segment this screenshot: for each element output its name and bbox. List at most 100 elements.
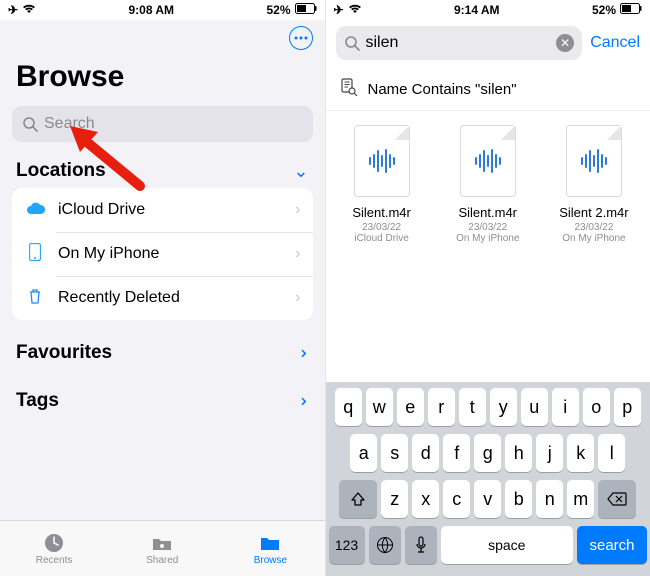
result-item[interactable]: Silent.m4r 23/03/22 On My iPhone xyxy=(438,125,538,244)
key-q[interactable]: q xyxy=(335,388,362,426)
audio-file-icon xyxy=(354,125,410,197)
backspace-key[interactable] xyxy=(598,480,636,518)
tab-recents[interactable]: Recents xyxy=(0,521,108,576)
clear-search-button[interactable]: ✕ xyxy=(556,34,574,52)
key-d[interactable]: d xyxy=(412,434,439,472)
browse-screen: ✈ 9:08 AM 52% Browse Search Locations ⌄ xyxy=(0,0,325,576)
search-results: Silent.m4r 23/03/22 iCloud Drive Silent.… xyxy=(326,111,650,258)
file-name: Silent 2.m4r xyxy=(559,205,628,220)
chevron-right-icon: ⌄ xyxy=(290,393,311,408)
file-name: Silent.m4r xyxy=(352,205,411,220)
location-recently-deleted[interactable]: Recently Deleted › xyxy=(12,276,313,320)
key-x[interactable]: x xyxy=(412,480,439,518)
file-date: 23/03/22 xyxy=(468,222,507,233)
key-b[interactable]: b xyxy=(505,480,532,518)
audio-file-icon xyxy=(566,125,622,197)
keyboard: qwertyuiop asdfghjkl zxcvbnm 123 space s… xyxy=(326,382,650,576)
clock-icon xyxy=(43,532,65,554)
wifi-icon xyxy=(22,3,36,17)
keyboard-row-3: zxcvbnm xyxy=(329,480,648,518)
key-c[interactable]: c xyxy=(443,480,470,518)
favourites-section-header[interactable]: Favourites ⌄ xyxy=(0,336,325,370)
result-item[interactable]: Silent 2.m4r 23/03/22 On My iPhone xyxy=(544,125,644,244)
file-date: 23/03/22 xyxy=(362,222,401,233)
tab-label: Browse xyxy=(254,555,287,566)
key-l[interactable]: l xyxy=(598,434,625,472)
tab-label: Shared xyxy=(146,555,178,566)
file-location: iCloud Drive xyxy=(354,233,408,244)
status-time: 9:14 AM xyxy=(362,3,592,17)
status-bar: ✈ 9:14 AM 52% xyxy=(326,0,650,20)
key-h[interactable]: h xyxy=(505,434,532,472)
key-o[interactable]: o xyxy=(583,388,610,426)
dictation-key[interactable] xyxy=(405,526,437,564)
file-date: 23/03/22 xyxy=(574,222,613,233)
key-s[interactable]: s xyxy=(381,434,408,472)
keyboard-row-4: 123 space search xyxy=(329,526,648,564)
cancel-button[interactable]: Cancel xyxy=(590,34,640,52)
page-title: Browse xyxy=(16,60,309,94)
globe-key[interactable] xyxy=(369,526,401,564)
tab-shared[interactable]: Shared xyxy=(108,521,216,576)
shared-folder-icon xyxy=(151,532,173,554)
suggestion-text: Name Contains "silen" xyxy=(368,81,517,98)
tags-title: Tags xyxy=(16,390,59,412)
search-key[interactable]: search xyxy=(577,526,647,564)
search-value: silen xyxy=(366,34,551,52)
tab-browse[interactable]: Browse xyxy=(216,521,324,576)
space-key[interactable]: space xyxy=(441,526,574,564)
location-label: Recently Deleted xyxy=(58,289,283,307)
search-icon xyxy=(22,116,38,132)
battery-icon xyxy=(295,3,317,17)
key-z[interactable]: z xyxy=(381,480,408,518)
more-button[interactable] xyxy=(289,26,313,50)
locations-title: Locations xyxy=(16,160,106,182)
key-k[interactable]: k xyxy=(567,434,594,472)
location-on-my-iphone[interactable]: On My iPhone › xyxy=(12,232,313,276)
locations-section-header[interactable]: Locations ⌄ xyxy=(0,154,325,188)
key-y[interactable]: y xyxy=(490,388,517,426)
key-u[interactable]: u xyxy=(521,388,548,426)
search-bar[interactable]: Search xyxy=(12,106,313,142)
location-label: iCloud Drive xyxy=(58,201,283,219)
search-screen: ✈ 9:14 AM 52% silen ✕ Cancel Name Contai… xyxy=(326,0,650,576)
folder-icon xyxy=(259,532,281,554)
location-icloud-drive[interactable]: iCloud Drive › xyxy=(12,188,313,232)
shift-key[interactable] xyxy=(339,480,377,518)
result-item[interactable]: Silent.m4r 23/03/22 iCloud Drive xyxy=(332,125,432,244)
key-m[interactable]: m xyxy=(567,480,594,518)
search-suggestion[interactable]: Name Contains "silen" xyxy=(326,68,650,111)
search-input[interactable]: silen ✕ xyxy=(336,26,583,60)
key-i[interactable]: i xyxy=(552,388,579,426)
wifi-icon xyxy=(348,3,362,17)
locations-list: iCloud Drive › On My iPhone › Recently D… xyxy=(12,188,313,320)
document-search-icon xyxy=(340,78,358,100)
tags-section-header[interactable]: Tags ⌄ xyxy=(0,384,325,418)
key-p[interactable]: p xyxy=(614,388,641,426)
key-w[interactable]: w xyxy=(366,388,393,426)
phone-icon xyxy=(24,243,46,266)
battery-icon xyxy=(620,3,642,17)
key-e[interactable]: e xyxy=(397,388,424,426)
audio-file-icon xyxy=(460,125,516,197)
cloud-icon xyxy=(24,201,46,220)
page-header: Browse xyxy=(0,56,325,102)
key-g[interactable]: g xyxy=(474,434,501,472)
chevron-right-icon: › xyxy=(295,245,300,263)
keyboard-row-1: qwertyuiop xyxy=(329,388,648,426)
numbers-key[interactable]: 123 xyxy=(329,526,365,564)
airplane-mode-icon: ✈ xyxy=(8,3,18,17)
search-row: silen ✕ Cancel xyxy=(326,20,650,68)
chevron-right-icon: › xyxy=(295,201,300,219)
key-n[interactable]: n xyxy=(536,480,563,518)
key-a[interactable]: a xyxy=(350,434,377,472)
key-t[interactable]: t xyxy=(459,388,486,426)
battery-percent: 52% xyxy=(266,3,290,17)
file-name: Silent.m4r xyxy=(458,205,517,220)
key-j[interactable]: j xyxy=(536,434,563,472)
trash-icon xyxy=(24,288,46,309)
key-r[interactable]: r xyxy=(428,388,455,426)
location-label: On My iPhone xyxy=(58,245,283,263)
key-f[interactable]: f xyxy=(443,434,470,472)
key-v[interactable]: v xyxy=(474,480,501,518)
